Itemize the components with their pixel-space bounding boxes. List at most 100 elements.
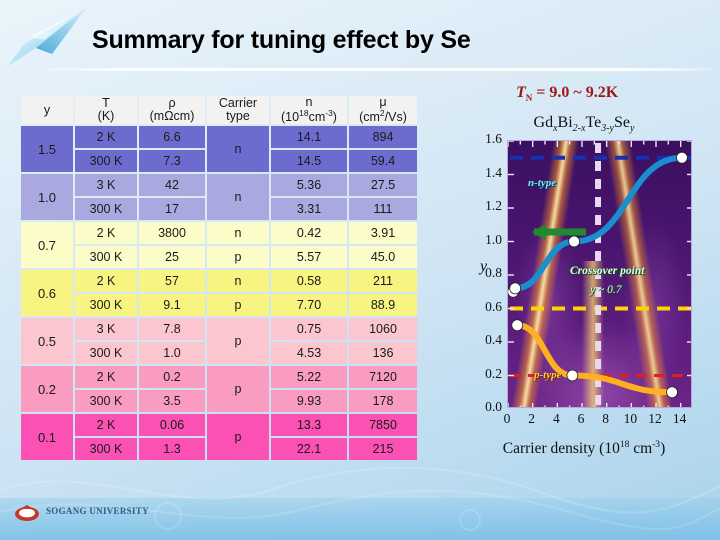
header-density-unit: (1018cm-3) xyxy=(281,108,337,125)
cell-mobility: 27.5 xyxy=(349,174,417,197)
label-n-type: n-type xyxy=(528,177,557,189)
cell-carrier-type: n xyxy=(207,174,269,221)
data-point-marker xyxy=(566,369,579,382)
cell-carrier-density: 0.42 xyxy=(271,222,347,245)
cell-mobility: 59.4 xyxy=(349,150,417,173)
cell-carrier-density: 3.31 xyxy=(271,198,347,221)
header-mobility-unit: (cm2/Vs) xyxy=(359,108,407,125)
data-point-marker xyxy=(568,235,581,248)
cell-mobility: 136 xyxy=(349,342,417,365)
cell-carrier-type: n xyxy=(207,270,269,293)
cell-resistivity: 7.3 xyxy=(139,150,205,173)
cell-resistivity: 6.6 xyxy=(139,126,205,149)
cell-carrier-density: 5.22 xyxy=(271,366,347,389)
cell-resistivity: 25 xyxy=(139,246,205,269)
cell-temperature: 300 K xyxy=(75,342,137,365)
cell-temperature: 2 K xyxy=(75,270,137,293)
table-row: 300 K 25 p 5.57 45.0 xyxy=(21,246,417,269)
cell-mobility: 211 xyxy=(349,270,417,293)
footer-swirl-decoration xyxy=(0,466,720,531)
table-row: 0.5 3 K 7.8 p 0.75 1060 xyxy=(21,318,417,365)
header-resistivity-unit: (mΩcm) xyxy=(149,109,195,124)
header-temperature: T (K) xyxy=(75,96,137,125)
cell-temperature: 3 K xyxy=(75,318,137,341)
page-title: Summary for tuning effect by Se xyxy=(92,26,471,54)
cell-mobility: 3.91 xyxy=(349,222,417,245)
y-tick-label: 0.6 xyxy=(485,298,502,314)
label-crossover-point: Crossover point xyxy=(570,265,645,277)
header-resistivity: ρ (mΩcm) xyxy=(139,96,205,125)
university-logo xyxy=(15,505,39,521)
cell-y-value: 0.7 xyxy=(21,222,73,269)
cell-mobility: 88.9 xyxy=(349,294,417,317)
label-p-type: p-type xyxy=(534,369,562,381)
cell-temperature: 300 K xyxy=(75,150,137,173)
cell-carrier-density: 14.5 xyxy=(271,150,347,173)
cell-carrier-type: p xyxy=(207,294,269,317)
cell-carrier-density: 0.58 xyxy=(271,270,347,293)
table-row: 300 K 9.1 p 7.70 88.9 xyxy=(21,294,417,317)
table-body: 1.5 2 K 6.6 n 14.1 894 300 K 7.3 14.5 59.4 1.0 3 K4… xyxy=(21,126,417,461)
cell-resistivity: 17 xyxy=(139,198,205,221)
cell-resistivity: 0.2 xyxy=(139,366,205,389)
header-temperature-unit: (K) xyxy=(97,109,115,124)
cell-carrier-density: 9.93 xyxy=(271,390,347,413)
cell-resistivity: 7.8 xyxy=(139,318,205,341)
cell-resistivity: 1.0 xyxy=(139,342,205,365)
cell-resistivity: 3.5 xyxy=(139,390,205,413)
cell-mobility: 1060 xyxy=(349,318,417,341)
cell-temperature: 300 K xyxy=(75,246,137,269)
table-row: 0.7 2 K 3800 n 0.42 3.91 xyxy=(21,222,417,269)
table-row: 1.0 3 K 42 n 5.36 27.5 xyxy=(21,174,417,221)
tn-symbol: T xyxy=(516,84,526,101)
cell-mobility: 7120 xyxy=(349,366,417,389)
cell-mobility: 45.0 xyxy=(349,246,417,269)
neel-temperature-note: TN = 9.0 ~ 9.2K xyxy=(516,84,618,103)
p-type-curve xyxy=(514,322,676,396)
header-carrier-line2: type xyxy=(226,109,250,124)
cell-temperature: 2 K xyxy=(75,222,137,245)
data-point-marker xyxy=(675,151,688,164)
y-tick-label: 1.2 xyxy=(485,198,502,213)
header-carrier-density: n (1018cm-3) xyxy=(271,95,347,125)
cell-mobility: 178 xyxy=(349,390,417,413)
summary-table: y T (K) ρ (mΩcm) Carrier type n (1018cm-… xyxy=(19,94,419,462)
plot-area: n-type p-type Crossover point y ~ 0.7 xyxy=(507,140,692,408)
cell-y-value: 0.2 xyxy=(21,366,73,413)
tn-value: = 9.0 ~ 9.2K xyxy=(532,84,619,101)
cell-y-value: 0.6 xyxy=(21,270,73,317)
slide-footer: SOGANG UNIVERSITY xyxy=(0,466,720,540)
header-y: y xyxy=(21,96,73,125)
data-point-marker xyxy=(511,319,524,332)
cell-carrier-density: 4.53 xyxy=(271,342,347,365)
cell-y-value: 1.0 xyxy=(21,174,73,221)
footer-university-name: SOGANG UNIVERSITY xyxy=(46,506,149,516)
y-tick-label: 1.6 xyxy=(485,131,502,146)
label-crossover-value: y ~ 0.7 xyxy=(590,284,622,296)
cell-carrier-density: 5.57 xyxy=(271,246,347,269)
header-density-symbol: n xyxy=(305,95,313,109)
paper-plane-decoration xyxy=(8,8,86,66)
title-divider xyxy=(46,68,714,71)
cell-mobility: 111 xyxy=(349,198,417,221)
cell-temperature: 300 K xyxy=(75,198,137,221)
cell-carrier-type: p xyxy=(207,366,269,413)
cell-y-value: 1.5 xyxy=(21,126,73,173)
y-tick-label: 0.8 xyxy=(485,265,502,280)
data-point-marker xyxy=(509,282,522,295)
table-row: 1.5 2 K 6.6 n 14.1 894 xyxy=(21,126,417,173)
cell-carrier-density: 5.36 xyxy=(271,174,347,197)
cell-carrier-type: p xyxy=(207,318,269,365)
cell-resistivity: 42 xyxy=(139,174,205,197)
data-point-marker xyxy=(666,386,678,399)
cell-temperature: 2 K xyxy=(75,366,137,389)
cell-carrier-density: 14.1 xyxy=(271,126,347,149)
header-mobility: μ (cm2/Vs) xyxy=(349,95,417,125)
cell-carrier-type: n xyxy=(207,222,269,245)
cell-resistivity: 9.1 xyxy=(139,294,205,317)
cell-carrier-density: 7.70 xyxy=(271,294,347,317)
y-tick-label: 1.4 xyxy=(485,164,502,180)
y-tick-label: 0.4 xyxy=(485,332,502,347)
cell-temperature: 3 K xyxy=(75,174,137,197)
cell-temperature: 300 K xyxy=(75,390,137,413)
